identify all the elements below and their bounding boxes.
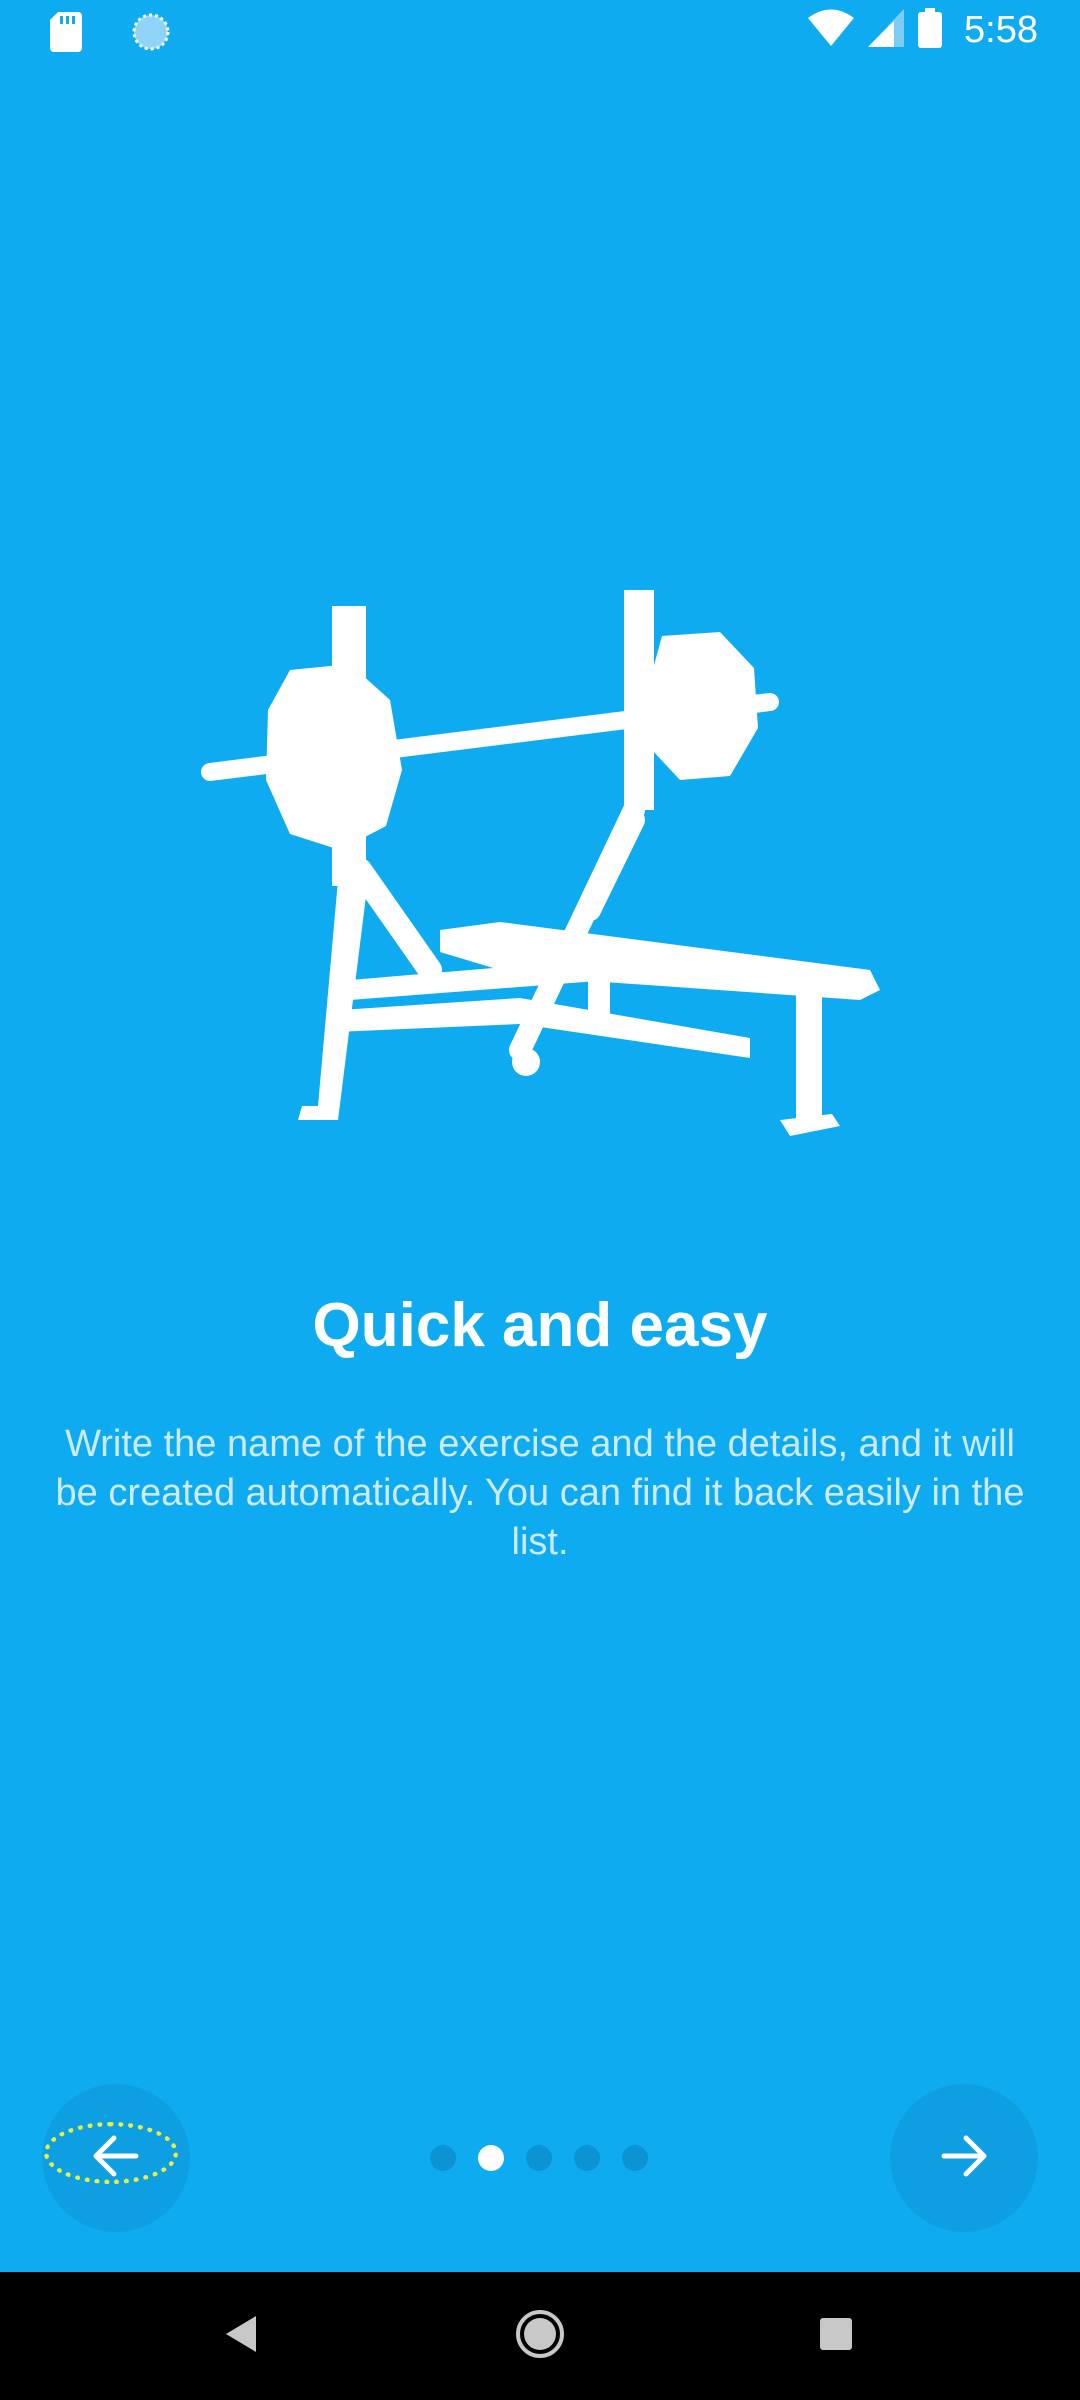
arrow-left-icon <box>92 2134 140 2182</box>
page-indicator <box>430 2145 648 2171</box>
next-button[interactable] <box>890 2084 1038 2232</box>
status-bar: 5:58 <box>0 0 1080 64</box>
status-right-icons: 5:58 <box>808 8 1038 52</box>
bench-press-icon <box>190 580 890 1160</box>
cell-signal-icon <box>868 9 905 51</box>
system-home-button[interactable] <box>506 2302 574 2370</box>
recents-square-icon <box>819 2317 853 2355</box>
battery-icon <box>918 8 943 52</box>
system-navigation-bar <box>0 2272 1080 2400</box>
page-dot-4 <box>574 2145 600 2171</box>
page-title: Quick and easy <box>312 1291 768 1360</box>
back-triangle-icon <box>222 2314 258 2358</box>
page-dot-5 <box>622 2145 648 2171</box>
page-dot-2-active <box>478 2145 504 2171</box>
system-back-button[interactable] <box>206 2302 274 2370</box>
system-recents-button[interactable] <box>802 2302 870 2370</box>
page-dot-3 <box>526 2145 552 2171</box>
sd-card-icon <box>50 12 82 56</box>
sync-icon <box>132 13 170 55</box>
back-button[interactable] <box>42 2084 190 2232</box>
status-left-icons <box>50 12 170 56</box>
home-circle-icon <box>515 2309 565 2363</box>
status-time: 5:58 <box>964 8 1038 51</box>
arrow-right-icon <box>940 2134 988 2182</box>
page-description: Write the name of the exercise and the d… <box>55 1423 1025 1563</box>
page-dot-1 <box>430 2145 456 2171</box>
wifi-icon <box>808 9 855 51</box>
